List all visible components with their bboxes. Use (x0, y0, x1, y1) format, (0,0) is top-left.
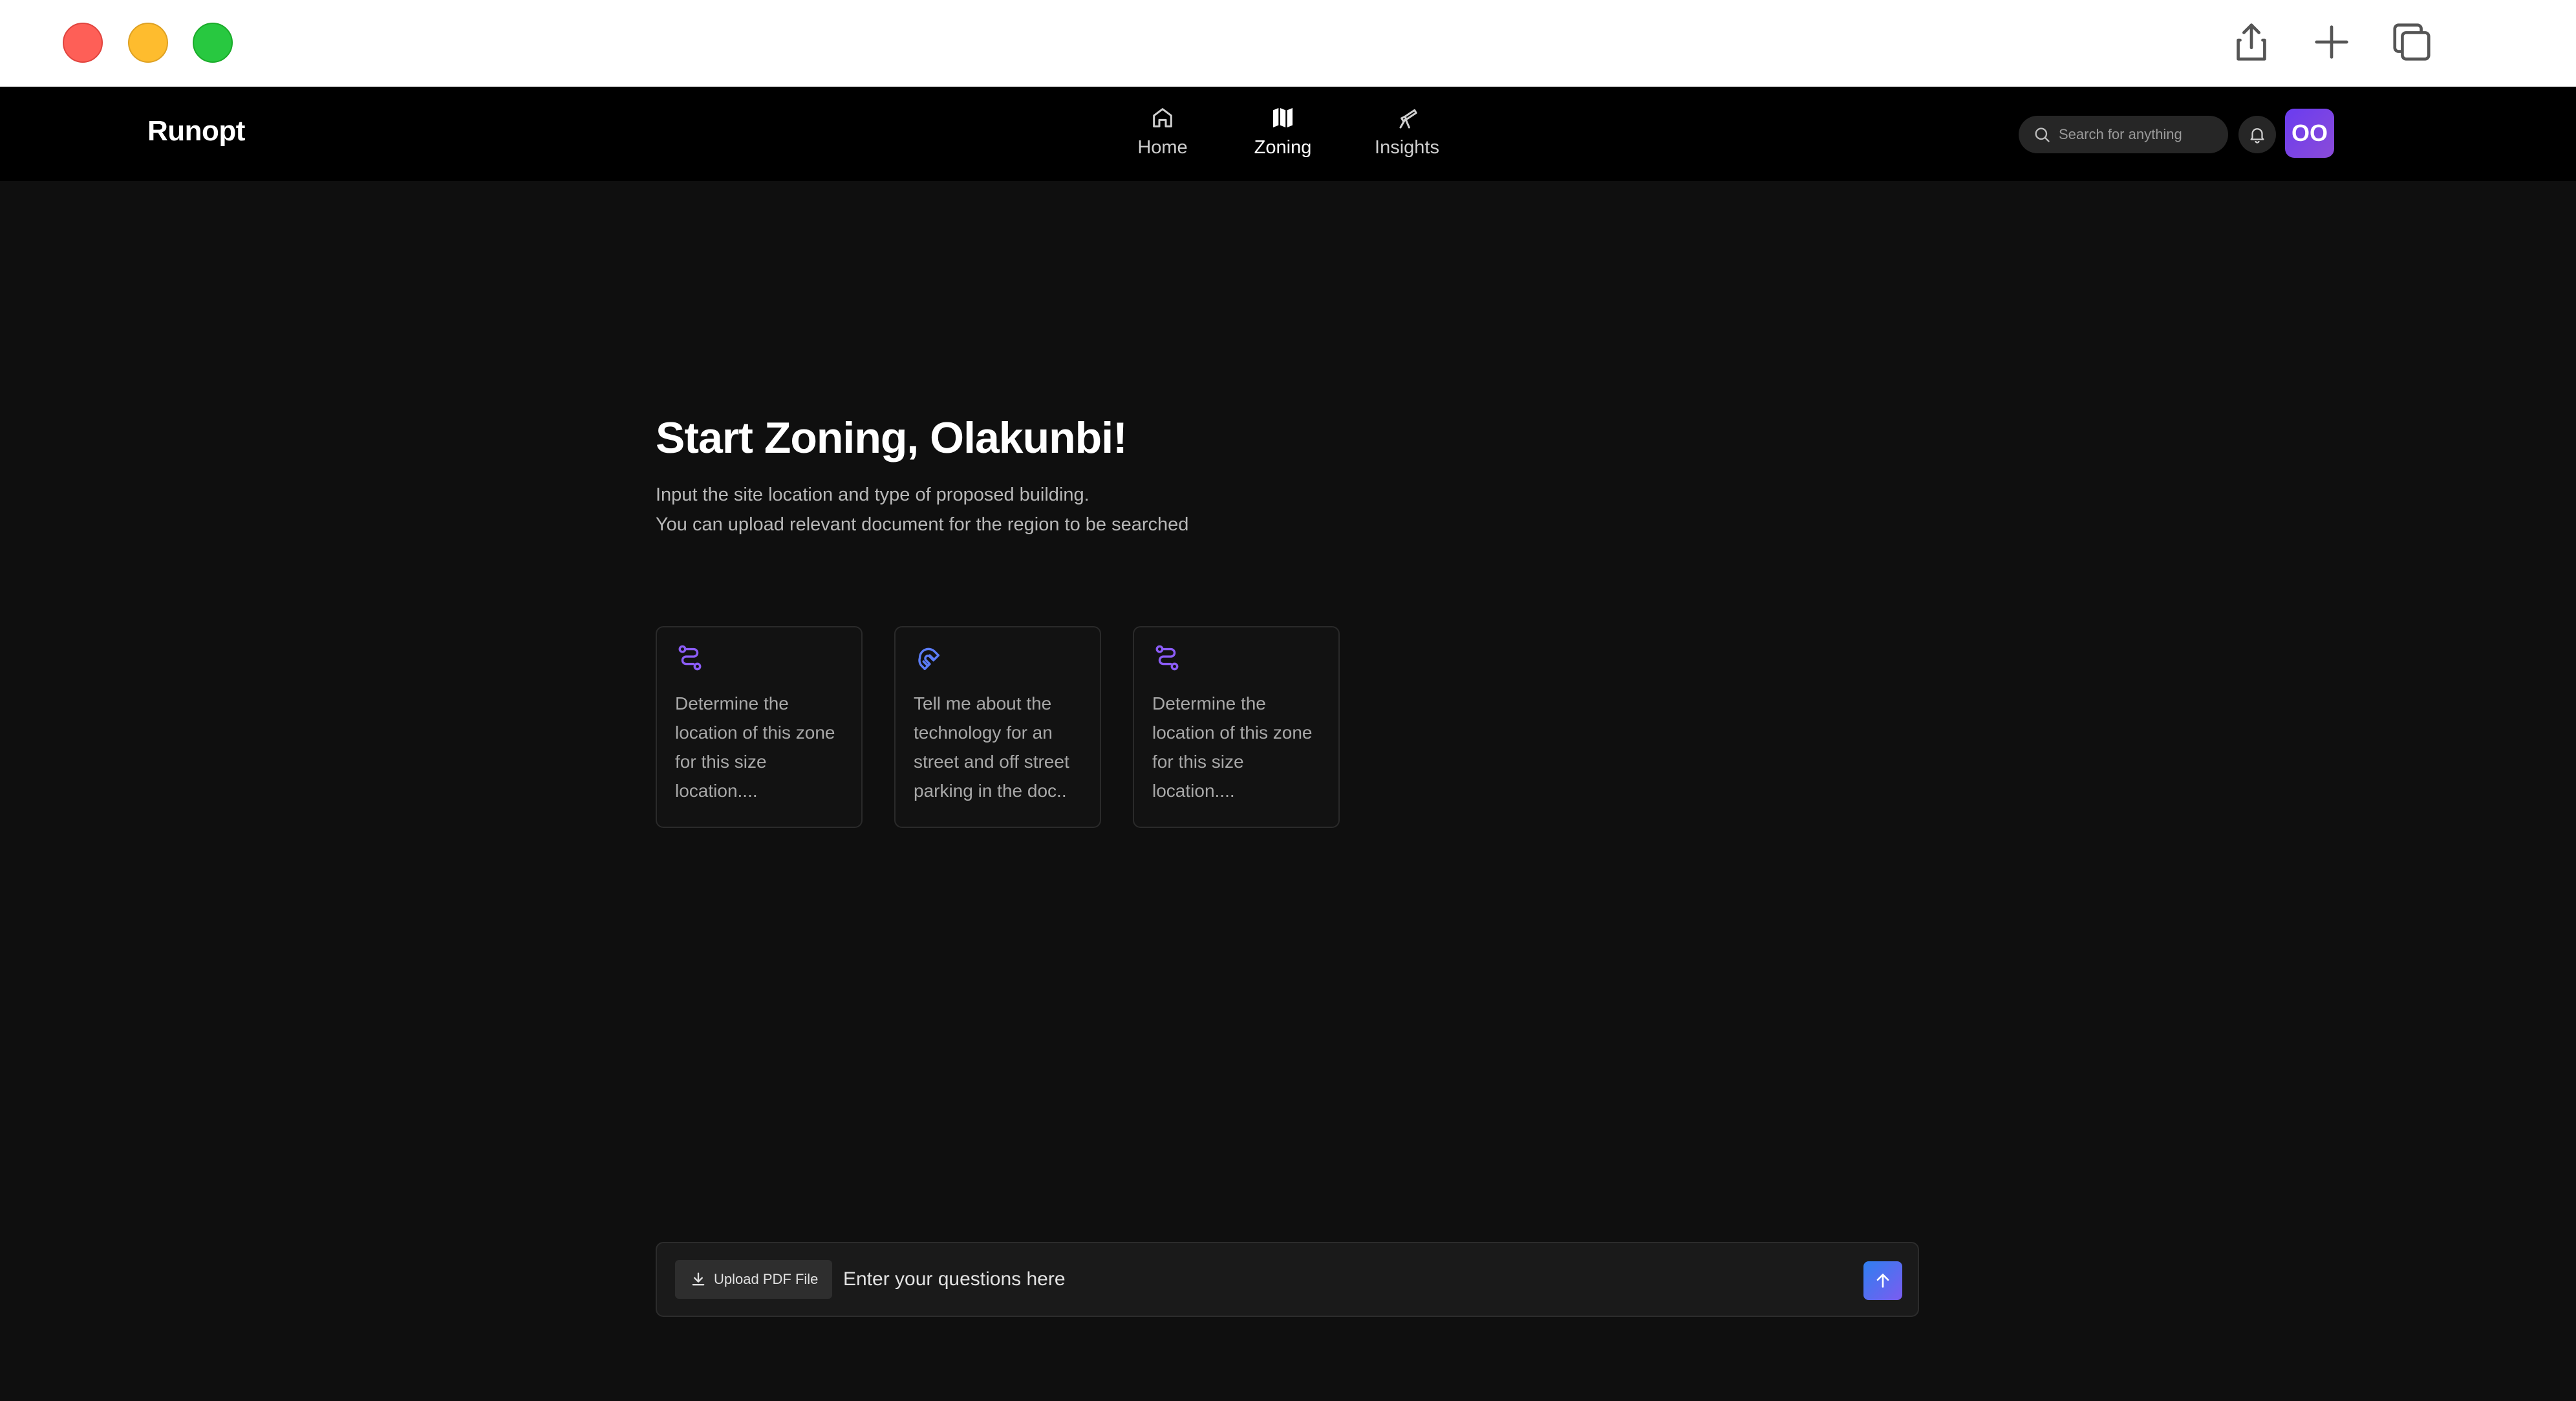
arrow-up-icon (1876, 1274, 1889, 1288)
upload-pdf-button[interactable]: Upload PDF File (675, 1260, 833, 1299)
bell-icon (2250, 128, 2264, 144)
question-input[interactable] (843, 1260, 1813, 1299)
search-icon (2035, 127, 2050, 142)
route-icon (1155, 645, 1179, 671)
page-subtitle: Input the site location and type of prop… (656, 480, 1188, 539)
avatar[interactable]: OO (2285, 109, 2334, 158)
page-title: Start Zoning, Olakunbi! (656, 413, 1128, 462)
search-bar[interactable]: Search for anything (2019, 116, 2228, 153)
telescope-icon (1399, 109, 1417, 129)
nav-item-label: Home (1137, 137, 1188, 158)
suggestion-text: Tell me about the technology for an stre… (914, 693, 1069, 801)
nav-item-label: Insights (1375, 137, 1439, 158)
suggestion-text: Determine the location of this zone for … (1152, 693, 1313, 801)
close-window-button[interactable] (63, 23, 103, 63)
question-composer: Upload PDF File (656, 1242, 1919, 1317)
suggestion-card[interactable]: Determine the location of this zone for … (1133, 626, 1340, 828)
send-button[interactable] (1863, 1261, 1902, 1300)
home-icon (1153, 108, 1172, 127)
browser-chrome (0, 0, 2576, 87)
route-icon (678, 645, 702, 671)
minimize-window-button[interactable] (128, 23, 168, 63)
nav-item-zoning[interactable]: Zoning (1252, 105, 1314, 166)
suggestion-text: Determine the location of this zone for … (675, 693, 835, 801)
nav-item-insights[interactable]: Insights (1371, 105, 1443, 166)
magnet-icon (918, 647, 940, 670)
plus-icon[interactable] (2306, 16, 2357, 68)
nav-item-home[interactable]: Home (1135, 105, 1190, 166)
search-placeholder: Search for anything (2059, 126, 2182, 142)
maximize-window-button[interactable] (193, 23, 233, 63)
main-content: Start Zoning, Olakunbi! Input the site l… (0, 181, 2576, 1401)
brand-logo[interactable]: Runopt (147, 115, 245, 147)
nav-item-label: Zoning (1254, 137, 1312, 158)
share-icon[interactable] (2226, 16, 2277, 68)
notifications-button[interactable] (2238, 116, 2276, 153)
download-icon (692, 1272, 705, 1286)
subtitle-line: You can upload relevant document for the… (656, 514, 1189, 535)
suggestion-card[interactable]: Determine the location of this zone for … (656, 626, 863, 828)
app-navbar: Runopt Home Zoning Insights Search for a… (0, 87, 2576, 181)
copy-windows-icon[interactable] (2386, 16, 2438, 68)
map-icon (1273, 108, 1293, 127)
suggestion-card[interactable]: Tell me about the technology for an stre… (894, 626, 1101, 828)
upload-pdf-label: Upload PDF File (714, 1271, 819, 1287)
subtitle-line: Input the site location and type of prop… (656, 484, 1089, 505)
